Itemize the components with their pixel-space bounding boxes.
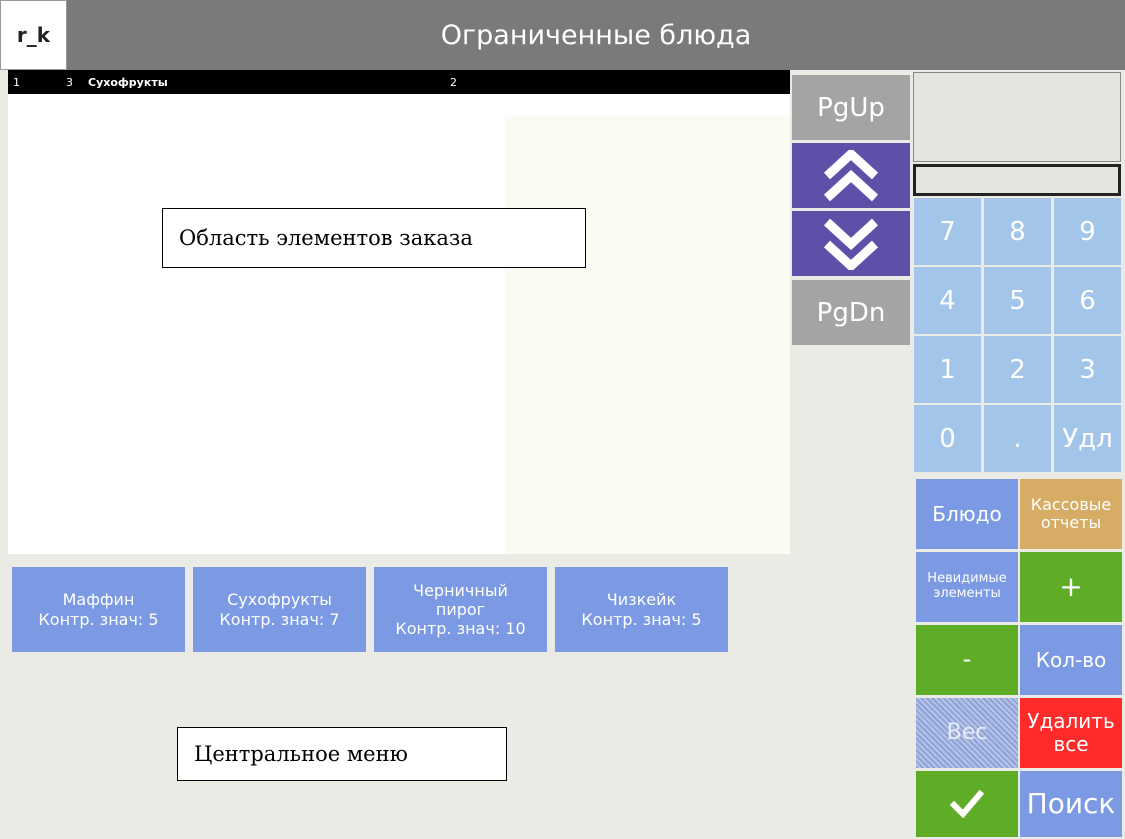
key-5[interactable]: 5 [984, 267, 1051, 334]
invisible-items-button[interactable]: Невидимые элементы [916, 552, 1018, 622]
central-menu-callout: Центральное меню [177, 727, 507, 781]
menu-item-limit: Контр. знач: 5 [38, 609, 159, 629]
title-bar: r_k Ограниченные блюда [0, 0, 1125, 70]
key-9[interactable]: 9 [1054, 198, 1121, 265]
key-8[interactable]: 8 [984, 198, 1051, 265]
info-display [913, 72, 1121, 162]
pgdn-button[interactable]: PgDn [792, 280, 910, 345]
order-line-code: 3 [66, 76, 73, 89]
cash-reports-button[interactable]: Кассовые отчеты [1020, 479, 1122, 549]
double-chevron-down-icon [823, 218, 879, 270]
menu-item-limit: Контр. знач: 10 [395, 619, 526, 639]
key-7[interactable]: 7 [914, 198, 981, 265]
order-area-callout: Область элементов заказа [162, 208, 586, 268]
order-items-area-shade [505, 116, 790, 554]
key-2[interactable]: 2 [984, 336, 1051, 403]
order-line-number: 1 [13, 76, 20, 89]
key-0[interactable]: 0 [914, 405, 981, 472]
confirm-button[interactable] [916, 771, 1018, 837]
delete-all-button[interactable]: Удалить все [1020, 698, 1122, 768]
order-line-selected[interactable]: 1 3 Сухофрукты 2 [8, 70, 790, 94]
key-3[interactable]: 3 [1054, 336, 1121, 403]
menu-item-dried-fruits[interactable]: Сухофрукты Контр. знач: 7 [193, 567, 366, 652]
menu-item-muffin[interactable]: Маффин Контр. знач: 5 [12, 567, 185, 652]
input-display[interactable] [913, 164, 1121, 196]
key-6[interactable]: 6 [1054, 267, 1121, 334]
menu-item-name: Чизкейк [606, 590, 677, 610]
search-button[interactable]: Поиск [1020, 771, 1122, 837]
key-decimal[interactable]: . [984, 405, 1051, 472]
checkmark-icon [950, 789, 984, 819]
weight-button[interactable]: Вес [916, 698, 1018, 768]
menu-item-name: Черничный пирог [413, 580, 508, 619]
dish-button[interactable]: Блюдо [916, 479, 1018, 549]
menu-item-blueberry-pie[interactable]: Черничный пирог Контр. знач: 10 [374, 567, 547, 652]
menu-item-limit: Контр. знач: 7 [219, 609, 340, 629]
order-line-item: Сухофрукты [88, 76, 168, 89]
key-delete[interactable]: Удл [1054, 405, 1121, 472]
page-title: Ограниченные блюда [440, 19, 752, 51]
minus-button[interactable]: - [916, 625, 1018, 695]
menu-item-name: Маффин [62, 590, 135, 610]
scroll-up-button[interactable] [792, 143, 910, 208]
menu-item-limit: Контр. знач: 5 [581, 609, 702, 629]
order-line-qty: 2 [450, 76, 457, 89]
key-1[interactable]: 1 [914, 336, 981, 403]
quantity-button[interactable]: Кол-во [1020, 625, 1122, 695]
menu-item-name: Сухофрукты [227, 590, 332, 610]
double-chevron-up-icon [823, 149, 879, 201]
scroll-down-button[interactable] [792, 211, 910, 276]
pgup-button[interactable]: PgUp [792, 75, 910, 140]
app-logo: r_k [0, 0, 67, 70]
plus-button[interactable]: + [1020, 552, 1122, 622]
menu-item-cheesecake[interactable]: Чизкейк Контр. знач: 5 [555, 567, 728, 652]
key-4[interactable]: 4 [914, 267, 981, 334]
